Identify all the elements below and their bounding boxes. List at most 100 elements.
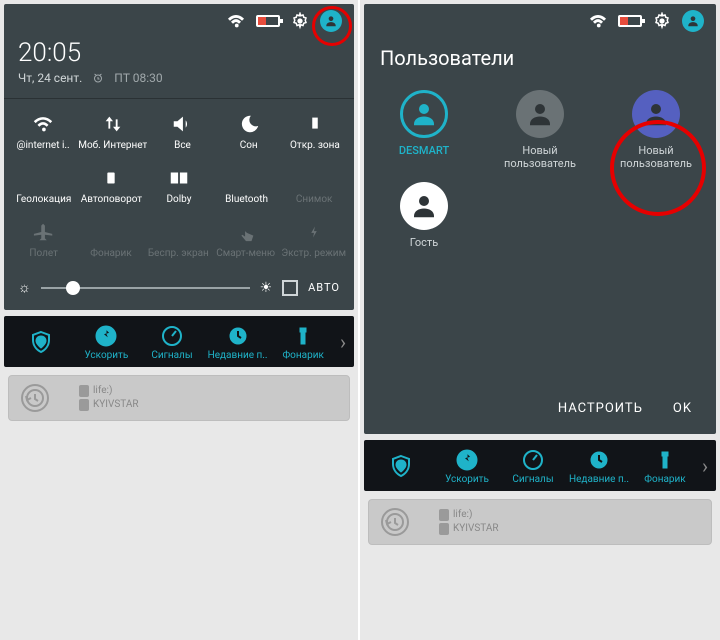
notification-shade: 20:05 Чт, 24 сент. ПТ 08:30 @internet i.… [4,4,354,310]
user-name: Гость [370,236,478,249]
status-bar [4,4,354,34]
user-switch-icon[interactable] [320,10,342,32]
tile-label: Сон [218,140,280,151]
tile-bt[interactable]: Bluetooth [213,159,281,213]
alarm-icon [88,68,108,88]
battery-icon [256,15,280,27]
torch-icon [79,219,142,245]
chevron-right-icon[interactable]: › [698,454,712,478]
chevron-right-icon[interactable]: › [336,330,350,354]
battery-icon [618,15,642,27]
strip-label: Ускорить [74,350,140,361]
torch2-icon [632,446,698,474]
plane-icon [12,219,75,245]
gauge-icon [139,322,205,350]
brightness-slider[interactable] [41,287,250,289]
strip-label: Недавние п.. [566,474,632,485]
users-panel: Пользователи DESMARTНовый пользовательНо… [364,4,716,434]
tile-moon[interactable]: Сон [216,105,282,159]
sim2-label: KYIVSTAR [439,522,499,536]
user-3[interactable]: Гость [366,176,482,255]
dolby-icon [147,165,211,191]
avatar [400,182,448,230]
sim-card-widget[interactable]: life:) KYIVSTAR [368,499,712,545]
security-app-icon[interactable] [8,328,74,356]
tile-nogeo[interactable]: Геолокация [10,159,78,213]
user-switch-icon[interactable] [682,10,704,32]
strip-boost[interactable]: Ускорить [74,322,140,361]
pwr-icon [281,219,346,245]
strip-torch2[interactable]: Фонарик [270,322,336,361]
tile-updown[interactable]: Моб. Интернет [76,105,149,159]
right-screenshot: Пользователи DESMARTНовый пользовательНо… [360,0,720,640]
tile-phone[interactable]: Откр. зона [282,105,348,159]
tile-pwr[interactable]: Экстр. режим [279,213,348,267]
tile-label: Беспр. экран [147,248,210,259]
brightness-row: ☼ ☀ АВТО [4,269,354,310]
avatar [516,90,564,138]
tile-wifi[interactable]: @internet i.. [10,105,76,159]
setup-button[interactable]: НАСТРОИТЬ [558,401,643,416]
strip-boost[interactable]: Ускорить [434,446,500,485]
brightness-low-icon: ☼ [18,279,31,296]
touch-icon [214,219,277,245]
phone-icon [284,111,346,137]
tile-touch[interactable]: Смарт-меню [212,213,279,267]
boost-icon [434,446,500,474]
tile-label: Экстр. режим [281,248,346,259]
brightness-high-icon: ☀ [260,280,273,296]
strip-label: Сигналы [500,474,566,485]
strip-gauge[interactable]: Сигналы [500,446,566,485]
tile-torch[interactable]: Фонарик [77,213,144,267]
tile-crop[interactable]: Снимок [280,159,348,213]
tile-plane[interactable]: Полет [10,213,77,267]
history-icon [381,508,409,536]
updown-icon [78,111,147,137]
user-0[interactable]: DESMART [366,84,482,176]
left-screenshot: 20:05 Чт, 24 сент. ПТ 08:30 @internet i.… [0,0,360,640]
tile-label: Автоповорот [80,194,144,205]
avatar [632,90,680,138]
wifi-icon [12,111,74,137]
rotate-icon [80,165,144,191]
user-name: Новый пользователь [602,144,710,170]
settings-icon[interactable] [652,11,672,31]
sim-card-widget[interactable]: life:) KYIVSTAR [8,375,350,421]
dialog-buttons: НАСТРОИТЬ OK [364,383,716,434]
strip-label: Ускорить [434,474,500,485]
bt-icon [215,165,279,191]
auto-brightness-checkbox[interactable] [282,280,298,296]
settings-icon[interactable] [290,11,310,31]
recent-icon [566,446,632,474]
cast-icon [147,219,210,245]
date-text: Чт, 24 сент. [18,71,82,85]
tile-label: Моб. Интернет [78,140,147,151]
tile-rotate[interactable]: Автоповорот [78,159,146,213]
tile-label: Откр. зона [284,140,346,151]
tile-dolby[interactable]: Dolby [145,159,213,213]
gauge-icon [500,446,566,474]
tile-label: Bluetooth [215,194,279,205]
security-app-icon[interactable] [368,452,434,480]
tool-strip: УскоритьСигналыНедавние п..Фонарик› [4,316,354,367]
users-grid: DESMARTНовый пользовательНовый пользоват… [364,76,716,263]
date-row: Чт, 24 сент. ПТ 08:30 [18,68,340,88]
tile-volume[interactable]: Все [149,105,215,159]
strip-recent[interactable]: Недавние п.. [566,446,632,485]
ok-button[interactable]: OK [673,401,692,416]
user-1[interactable]: Новый пользователь [482,84,598,176]
strip-torch2[interactable]: Фонарик [632,446,698,485]
auto-brightness-label: АВТО [308,281,340,294]
history-icon [21,384,49,412]
recent-icon [205,322,271,350]
sim1-label: life:) [439,508,499,522]
tile-label: Фонарик [79,248,142,259]
strip-label: Фонарик [270,350,336,361]
strip-recent[interactable]: Недавние п.. [205,322,271,361]
strip-label: Сигналы [139,350,205,361]
tile-cast[interactable]: Беспр. экран [145,213,212,267]
tile-label: @internet i.. [12,140,74,151]
strip-gauge[interactable]: Сигналы [139,322,205,361]
user-2[interactable]: Новый пользователь [598,84,714,176]
tile-label: Снимок [282,194,346,205]
